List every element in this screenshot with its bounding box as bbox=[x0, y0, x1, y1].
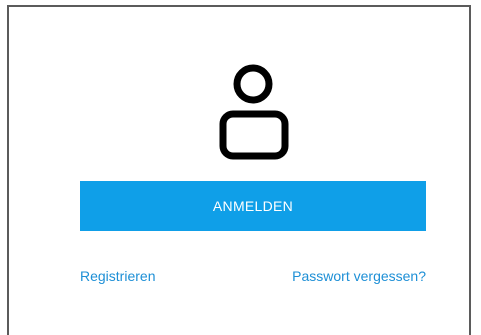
login-panel bbox=[7, 5, 471, 335]
login-button[interactable]: ANMELDEN bbox=[80, 181, 426, 231]
forgot-password-link[interactable]: Passwort vergessen? bbox=[292, 268, 426, 284]
register-link[interactable]: Registrieren bbox=[80, 268, 155, 284]
user-icon bbox=[219, 64, 289, 160]
